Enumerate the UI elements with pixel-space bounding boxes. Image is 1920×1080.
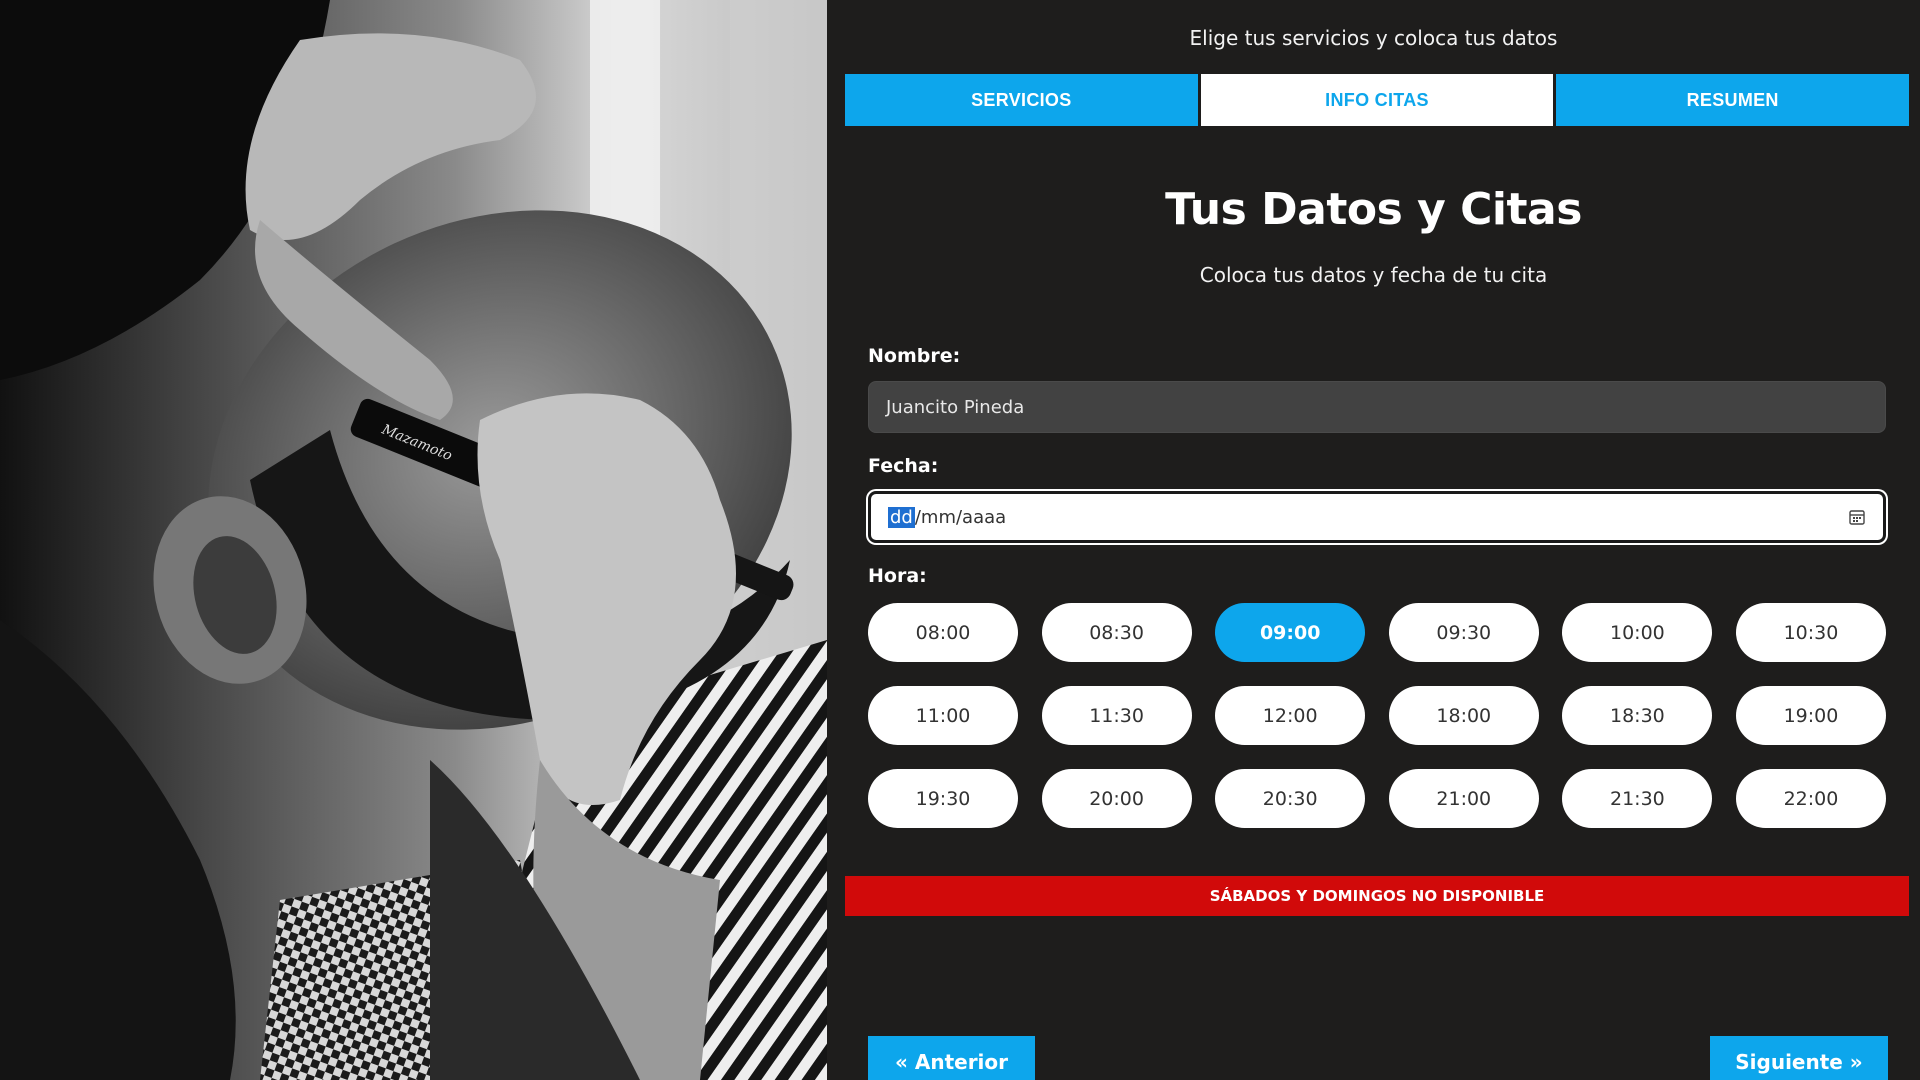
calendar-icon[interactable] [1848, 508, 1866, 526]
previous-button[interactable]: « Anterior [868, 1036, 1035, 1080]
barber-photo: Mazamoto [0, 0, 827, 1080]
date-field-value: dd/mm/aaaa [888, 506, 1006, 528]
weekend-alert: SÁBADOS Y DOMINGOS NO DISPONIBLE [845, 876, 1909, 916]
hour-option[interactable]: 18:00 [1388, 686, 1539, 745]
appointment-app: Elige tus servicios y coloca tus datos S… [827, 0, 1920, 1080]
barber-photo-illustration: Mazamoto [0, 0, 827, 1080]
hour-option[interactable]: 11:00 [868, 686, 1018, 745]
section-title: Tus Datos y Citas [1165, 184, 1582, 235]
hour-label: Hora: [868, 565, 927, 587]
hour-option[interactable]: 20:00 [1041, 769, 1192, 828]
tab-info-citas[interactable]: INFO CITAS [1200, 74, 1554, 126]
hour-option[interactable]: 10:00 [1562, 603, 1713, 662]
hour-option[interactable]: 18:30 [1562, 686, 1713, 745]
hour-option-selected[interactable]: 09:00 [1215, 603, 1366, 662]
hour-grid: 08:00 08:30 09:00 09:30 10:00 10:30 11:0… [868, 603, 1886, 828]
hour-option[interactable]: 08:30 [1041, 603, 1192, 662]
hour-option[interactable]: 10:30 [1735, 603, 1886, 662]
date-field[interactable]: dd/mm/aaaa [868, 491, 1886, 543]
hour-option[interactable]: 12:00 [1215, 686, 1366, 745]
tab-resumen[interactable]: RESUMEN [1556, 74, 1910, 126]
section-subtitle: Coloca tus datos y fecha de tu cita [1199, 263, 1548, 287]
hour-option[interactable]: 19:30 [868, 769, 1018, 828]
step-tabs: SERVICIOS INFO CITAS RESUMEN [845, 74, 1910, 126]
hour-option[interactable]: 11:30 [1041, 686, 1192, 745]
hour-option[interactable]: 22:00 [1735, 769, 1886, 828]
date-label: Fecha: [868, 455, 939, 477]
page: Mazamoto Elige tus servicios y coloca tu… [0, 0, 1920, 1080]
date-rest-segment[interactable]: /mm/aaaa [915, 507, 1006, 528]
tab-servicios[interactable]: SERVICIOS [845, 74, 1198, 126]
hour-option[interactable]: 19:00 [1735, 686, 1886, 745]
hour-option[interactable]: 09:30 [1388, 603, 1539, 662]
hour-option[interactable]: 08:00 [868, 603, 1018, 662]
name-field[interactable]: Juancito Pineda [868, 381, 1886, 433]
name-label: Nombre: [868, 345, 961, 367]
hour-option[interactable]: 21:30 [1562, 769, 1713, 828]
hour-option[interactable]: 21:00 [1388, 769, 1539, 828]
name-field-value: Juancito Pineda [886, 396, 1025, 418]
next-button[interactable]: Siguiente » [1710, 1036, 1888, 1080]
date-day-segment[interactable]: dd [888, 506, 915, 528]
intro-text: Elige tus servicios y coloca tus datos [1189, 26, 1558, 50]
hour-option[interactable]: 20:30 [1215, 769, 1366, 828]
